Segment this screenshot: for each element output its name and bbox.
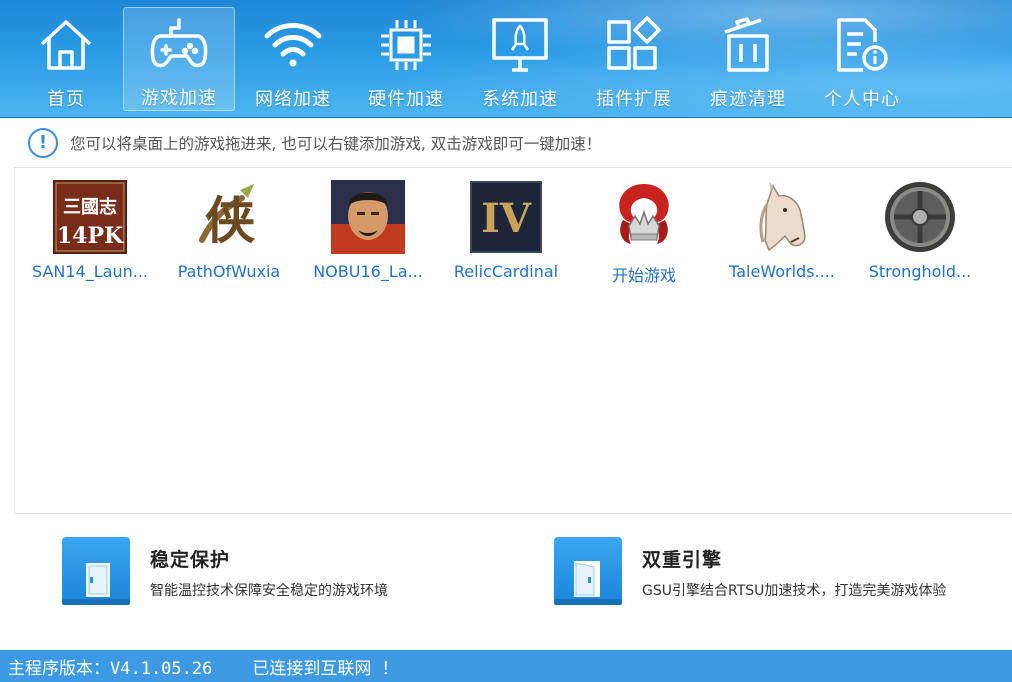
feature-dual-engine: 双重引擎 GSU引擎结合RTSU加速技术，打造完美游戏体验 <box>554 537 946 609</box>
game-label: SAN14_Laun... <box>32 262 148 281</box>
feature-stable-protection: 稳定保护 智能温控技术保障安全稳定的游戏环境 <box>62 537 388 609</box>
wifi-icon <box>262 15 324 75</box>
game-label: PathOfWuxia <box>177 262 281 281</box>
nav-system-accel-label: 系统加速 <box>482 89 558 110</box>
stronghold-shield-icon <box>885 182 955 252</box>
game-label: TaleWorlds.... <box>729 262 835 281</box>
info-icon: ! <box>28 127 58 158</box>
game-item-san14[interactable]: 三國志 14PK SAN14_Laun... <box>21 180 159 290</box>
taleworlds-horse-icon <box>759 182 806 252</box>
nav-game-accel-label: 游戏加速 <box>141 88 217 109</box>
game-label: NOBU16_La... <box>313 262 423 281</box>
hint-text: 您可以将桌面上的游戏拖进来, 也可以右键添加游戏, 双击游戏即可一键加速！ <box>70 134 602 153</box>
feature-desc: 智能温控技术保障安全稳定的游戏环境 <box>150 583 388 599</box>
svg-text:IV: IV <box>481 195 532 242</box>
nav-trace-clean-label: 痕迹清理 <box>710 89 786 110</box>
top-toolbar: 首页 游戏加速 网络加速 硬件加速 系统加速 插件扩展 痕迹清理 个人中心 <box>0 0 1012 118</box>
nav-trace-clean[interactable]: 痕迹清理 <box>692 7 804 111</box>
trash-icon <box>717 15 779 75</box>
nav-hardware-accel-label: 硬件加速 <box>368 89 444 110</box>
nav-system-accel[interactable]: 系统加速 <box>464 7 576 111</box>
game-item-nobu16[interactable]: NOBU16_La... <box>299 180 437 290</box>
plugin-grid-icon <box>603 15 665 75</box>
version-text: 主程序版本：V4.1.05.26 <box>8 658 213 679</box>
feature-title: 稳定保护 <box>150 549 231 571</box>
nav-hardware-accel[interactable]: 硬件加速 <box>350 7 462 111</box>
nav-home-label: 首页 <box>47 89 85 110</box>
feature-desc: GSU引擎结合RTSU加速技术，打造完美游戏体验 <box>642 583 947 599</box>
svg-text:三國志: 三國志 <box>63 196 117 218</box>
home-icon <box>35 15 97 75</box>
game-item-taleworlds[interactable]: TaleWorlds.... <box>713 180 851 290</box>
nav-game-accel[interactable]: 游戏加速 <box>123 7 235 111</box>
game-item-start-game[interactable]: 开始游戏 <box>575 180 713 290</box>
app-window: 首页 游戏加速 网络加速 硬件加速 系统加速 插件扩展 痕迹清理 个人中心 ! … <box>0 0 1012 682</box>
hint-bar: ! 您可以将桌面上的游戏拖进来, 也可以右键添加游戏, 双击游戏即可一键加速！ <box>14 118 1012 168</box>
game-list[interactable]: 三國志 14PK SAN14_Laun... 侠 PathOfWuxia NOB… <box>14 168 1012 514</box>
nobu16-game-icon <box>331 180 405 254</box>
nav-network-accel[interactable]: 网络加速 <box>237 7 349 111</box>
monitor-rocket-icon <box>489 15 551 75</box>
gamepad-icon <box>148 16 210 74</box>
game-label: 开始游戏 <box>611 266 676 285</box>
door-icon <box>62 537 130 605</box>
game-item-pathofwuxia[interactable]: 侠 PathOfWuxia <box>160 180 298 290</box>
door-open-icon <box>554 537 622 605</box>
reliccardinal-game-icon: IV <box>470 181 542 253</box>
san14-game-icon: 三國志 14PK <box>53 180 127 254</box>
nav-plugins-label: 插件扩展 <box>596 89 672 110</box>
status-bar: 主程序版本：V4.1.05.26 已连接到互联网 ！ <box>0 650 1012 682</box>
chip-icon <box>375 15 437 75</box>
game-label: Stronghold... <box>868 262 972 281</box>
game-label: RelicCardinal <box>453 262 559 281</box>
game-item-stronghold[interactable]: Stronghold... <box>851 180 989 290</box>
nav-home[interactable]: 首页 <box>10 7 122 111</box>
connection-status: 已连接到互联网 ！ <box>252 658 399 679</box>
nav-plugins[interactable]: 插件扩展 <box>578 7 690 111</box>
feature-title: 双重引擎 <box>642 549 723 571</box>
user-document-icon <box>831 15 893 75</box>
nav-user-center[interactable]: 个人中心 <box>806 7 918 111</box>
start-game-icon <box>619 184 669 244</box>
svg-text:14PK: 14PK <box>57 223 124 249</box>
nav-network-accel-label: 网络加速 <box>255 89 331 110</box>
svg-text:侠: 侠 <box>205 191 255 250</box>
nav-user-center-label: 个人中心 <box>824 89 900 110</box>
game-item-reliccardinal[interactable]: IV RelicCardinal <box>437 180 575 290</box>
pathofwuxia-game-icon: 侠 <box>192 180 266 254</box>
